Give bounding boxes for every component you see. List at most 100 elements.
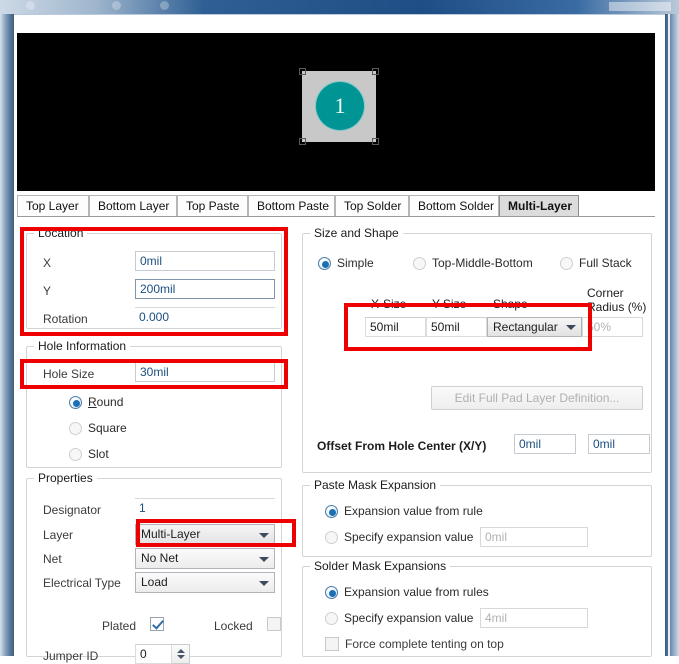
pad-shape: 1 bbox=[299, 68, 379, 145]
corner-radius-header-line2: Radius (%) bbox=[587, 300, 647, 314]
chevron-down-icon bbox=[259, 556, 269, 562]
x-size-input[interactable]: 50mil bbox=[365, 317, 426, 337]
electrical-type-label: Electrical Type bbox=[43, 576, 121, 590]
designator-label: Designator bbox=[43, 503, 102, 517]
designator-input[interactable]: 1 bbox=[135, 498, 275, 518]
offset-from-hole-center-label: Offset From Hole Center (X/Y) bbox=[317, 439, 487, 453]
solder-mask-expansions-group: Solder Mask Expansions Expansion value f… bbox=[302, 559, 652, 657]
paste-mask-legend: Paste Mask Expansion bbox=[310, 478, 441, 492]
window-titlebar bbox=[0, 0, 679, 14]
plated-label: Plated bbox=[102, 619, 137, 633]
location-y-input[interactable]: 200mil bbox=[135, 279, 275, 299]
hole-shape-square-label: Square bbox=[88, 421, 127, 435]
layer-label: Layer bbox=[43, 528, 74, 542]
location-y-label: Y bbox=[43, 284, 52, 298]
layer-tabstrip: Top Layer Bottom Layer Top Paste Bottom … bbox=[17, 195, 655, 217]
shape-combo[interactable]: Rectangular bbox=[487, 317, 582, 337]
checkbox-icon bbox=[325, 637, 339, 651]
window-frame-left bbox=[0, 14, 14, 656]
chevron-down-icon bbox=[566, 325, 576, 330]
solder-mask-from-rules-label: Expansion value from rules bbox=[344, 585, 489, 599]
electrical-type-combo[interactable]: Load bbox=[135, 572, 275, 593]
radio-dot-icon bbox=[560, 257, 573, 270]
chevron-down-icon bbox=[259, 580, 269, 586]
hole-information-legend: Hole Information bbox=[34, 339, 131, 353]
location-x-input[interactable]: 0mil bbox=[135, 251, 275, 271]
mode-full-stack-label: Full Stack bbox=[579, 256, 632, 270]
location-group: Location X 0mil Y 200mil Rotation 0.000 bbox=[26, 226, 282, 329]
offset-y-input[interactable]: 0mil bbox=[588, 434, 650, 454]
shape-column-header: Shape bbox=[493, 297, 528, 311]
titlebar-orb-2 bbox=[112, 1, 121, 10]
selection-handle-bl[interactable] bbox=[299, 138, 306, 145]
net-combo-value: No Net bbox=[141, 551, 179, 565]
location-rotation-input[interactable]: 0.000 bbox=[135, 307, 275, 327]
layer-combo[interactable]: Multi-Layer bbox=[135, 524, 275, 545]
jumper-id-stepper[interactable] bbox=[172, 644, 190, 664]
window-controls[interactable] bbox=[609, 2, 671, 11]
hole-shape-round-accel: R bbox=[88, 395, 97, 409]
properties-legend: Properties bbox=[34, 471, 97, 485]
tab-top-solder[interactable]: Top Solder bbox=[335, 195, 409, 216]
electrical-type-combo-value: Load bbox=[141, 575, 168, 589]
shape-combo-value: Rectangular bbox=[493, 320, 558, 334]
mode-simple-label: Simple bbox=[337, 256, 374, 270]
tab-multi-layer[interactable]: Multi-Layer bbox=[499, 195, 579, 216]
location-rotation-label: Rotation bbox=[43, 312, 88, 326]
corner-radius-input: 50% bbox=[582, 317, 643, 337]
selection-handle-tl[interactable] bbox=[299, 68, 306, 75]
offset-x-input[interactable]: 0mil bbox=[514, 434, 576, 454]
net-label: Net bbox=[43, 552, 62, 566]
y-size-input[interactable]: 50mil bbox=[426, 317, 487, 337]
solder-mask-specify-label: Specify expansion value bbox=[344, 611, 474, 625]
tab-bottom-layer[interactable]: Bottom Layer bbox=[89, 195, 177, 216]
paste-mask-expansion-group: Paste Mask Expansion Expansion value fro… bbox=[302, 478, 652, 557]
selection-handle-tr[interactable] bbox=[372, 68, 379, 75]
hole-size-label: Hole Size bbox=[43, 367, 95, 381]
radio-dot-icon bbox=[325, 505, 338, 518]
location-legend: Location bbox=[34, 226, 88, 240]
x-size-column-header: X-Size bbox=[371, 297, 407, 311]
properties-group: Properties Designator 1 Layer Multi-Laye… bbox=[26, 471, 282, 664]
hole-information-group: Hole Information Hole Size 30mil Round S… bbox=[26, 339, 282, 468]
force-tenting-label: Force complete tenting on top bbox=[345, 637, 504, 651]
paste-mask-from-rule-label: Expansion value from rule bbox=[344, 504, 483, 518]
dialog-client-area: 1 Top Layer Bottom Layer Top Paste Botto… bbox=[14, 14, 665, 664]
tab-top-paste[interactable]: Top Paste bbox=[177, 195, 248, 216]
solder-mask-specify-input[interactable]: 4mil bbox=[480, 608, 588, 628]
titlebar-orb-3 bbox=[160, 1, 169, 10]
radio-dot-icon bbox=[325, 612, 338, 625]
solder-mask-legend: Solder Mask Expansions bbox=[310, 559, 451, 573]
jumper-id-label: Jumper ID bbox=[43, 649, 99, 663]
layer-combo-value: Multi-Layer bbox=[141, 527, 201, 541]
mode-top-middle-bottom-label: Top-Middle-Bottom bbox=[432, 256, 533, 270]
locked-label: Locked bbox=[214, 619, 253, 633]
titlebar-orb-1 bbox=[26, 1, 35, 10]
jumper-id-input[interactable]: 0 bbox=[135, 644, 172, 664]
selection-handle-br[interactable] bbox=[372, 138, 379, 145]
pad-designator-text: 1 bbox=[334, 93, 346, 118]
radio-dot-icon bbox=[69, 396, 82, 409]
paste-mask-specify-label: Specify expansion value bbox=[344, 530, 474, 544]
pad-preview[interactable]: 1 bbox=[17, 33, 655, 191]
radio-dot-icon bbox=[413, 257, 426, 270]
paste-mask-specify-input[interactable]: 0mil bbox=[480, 527, 588, 547]
hole-shape-slot-label: Slot bbox=[88, 447, 109, 461]
checkbox-icon bbox=[150, 617, 164, 631]
radio-dot-icon bbox=[69, 422, 82, 435]
hole-size-input[interactable]: 30mil bbox=[135, 362, 275, 382]
checkbox-icon bbox=[267, 617, 281, 631]
radio-dot-icon bbox=[69, 448, 82, 461]
corner-radius-header-line1: Corner bbox=[587, 286, 624, 300]
hole-shape-round-label: ound bbox=[96, 395, 124, 409]
edit-full-pad-layer-definition-button: Edit Full Pad Layer Definition... bbox=[431, 386, 643, 410]
radio-dot-icon bbox=[318, 257, 331, 270]
tab-bottom-solder[interactable]: Bottom Solder bbox=[409, 195, 499, 216]
radio-dot-icon bbox=[325, 586, 338, 599]
tab-top-layer[interactable]: Top Layer bbox=[17, 195, 89, 216]
y-size-column-header: Y-Size bbox=[432, 297, 467, 311]
stepper-up-icon[interactable] bbox=[177, 649, 185, 653]
size-and-shape-group: Size and Shape Simple Top-Middle-Bottom … bbox=[302, 226, 652, 473]
net-combo[interactable]: No Net bbox=[135, 548, 275, 569]
tab-bottom-paste[interactable]: Bottom Paste bbox=[248, 195, 335, 216]
